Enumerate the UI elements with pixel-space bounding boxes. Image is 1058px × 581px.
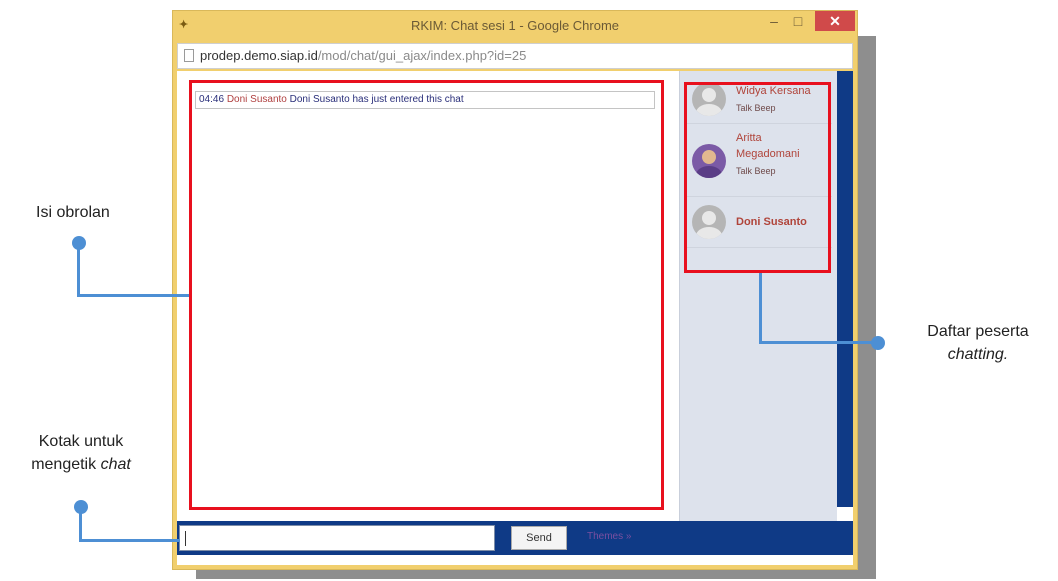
chat-content-highlight (189, 80, 664, 510)
input-label-emphasis: chat (100, 456, 131, 473)
maximize-button[interactable]: □ (787, 11, 809, 31)
chat-content-callout-line (77, 294, 189, 297)
address-bar[interactable]: prodep.demo.siap.id/mod/chat/gui_ajax/in… (177, 43, 853, 69)
participant-callout-dot (871, 336, 885, 350)
participant-list-highlight (684, 82, 831, 273)
input-label-prefix: mengetik (31, 456, 101, 473)
participant-callout-line (759, 341, 875, 344)
close-button[interactable]: ✕ (815, 11, 855, 31)
chat-content-label: Isi obrolan (36, 204, 110, 221)
participant-list-label: Daftar peserta chatting. (908, 320, 1048, 366)
participant-callout-line (759, 273, 762, 343)
chat-input-callout-line (79, 507, 82, 542)
send-button[interactable]: Send (511, 526, 567, 550)
page-icon (184, 49, 194, 62)
window-title: RKIM: Chat sesi 1 - Google Chrome (410, 18, 620, 33)
participant-label-line1: Daftar peserta (927, 323, 1029, 340)
url-text[interactable]: prodep.demo.siap.id/mod/chat/gui_ajax/in… (200, 48, 526, 63)
url-path: /mod/chat/gui_ajax/index.php?id=25 (317, 48, 527, 63)
text-caret (185, 531, 186, 546)
composer-bar: Send Themes » (177, 521, 853, 555)
minimize-button[interactable]: – (763, 11, 785, 31)
input-label-line2: mengetik chat (6, 453, 156, 476)
themes-menu[interactable]: Themes » (587, 531, 631, 542)
url-host: prodep.demo.siap.id (200, 48, 318, 63)
participant-label-line2: chatting. (947, 346, 1009, 363)
theme-side-bar (837, 71, 853, 507)
input-label-line1: Kotak untuk (38, 433, 124, 450)
chat-input[interactable] (179, 525, 495, 551)
title-bar[interactable]: ✦ RKIM: Chat sesi 1 - Google Chrome – □ … (173, 11, 857, 41)
chat-input-callout-line (79, 539, 180, 542)
chat-input-label: Kotak untuk mengetik chat (6, 430, 156, 476)
chat-content-callout-line (77, 243, 80, 296)
